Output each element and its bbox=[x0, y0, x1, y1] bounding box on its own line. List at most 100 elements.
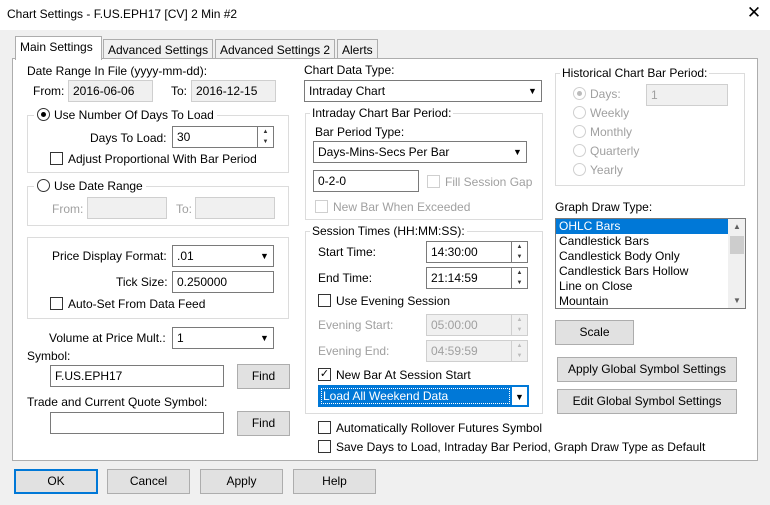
save-default-checkbox[interactable] bbox=[318, 440, 331, 453]
help-button[interactable]: Help bbox=[293, 469, 376, 494]
fill-session-gap-label: Fill Session Gap bbox=[445, 175, 533, 189]
start-time-spinner[interactable]: ▲ ▼ bbox=[512, 241, 528, 263]
from-label: From: bbox=[33, 84, 65, 98]
list-item[interactable]: Candlestick Bars bbox=[556, 234, 745, 249]
chevron-down-icon: ▼ bbox=[528, 86, 537, 96]
evening-start-label: Evening Start: bbox=[318, 318, 394, 332]
days-to-load-input[interactable]: 30 bbox=[172, 126, 258, 148]
fill-session-gap-checkbox bbox=[427, 175, 440, 188]
days-to-load-spinner[interactable]: ▲ ▼ bbox=[258, 126, 274, 148]
bar-period-input[interactable]: 0-2-0 bbox=[313, 170, 419, 192]
evening-end-label: Evening End: bbox=[318, 344, 390, 358]
yearly-radio bbox=[573, 163, 586, 176]
scale-button[interactable]: Scale bbox=[555, 320, 634, 345]
session-group-title: Session Times (HH:MM:SS): bbox=[310, 224, 467, 238]
edit-global-symbol-settings-button[interactable]: Edit Global Symbol Settings bbox=[557, 389, 737, 414]
historical-days-label: Days: bbox=[590, 87, 621, 101]
volume-mult-dropdown[interactable]: 1 ▼ bbox=[172, 327, 274, 349]
chevron-down-icon: ▼ bbox=[260, 333, 269, 343]
list-item[interactable]: Candlestick Body Only bbox=[556, 249, 745, 264]
apply-global-symbol-settings-button[interactable]: Apply Global Symbol Settings bbox=[557, 357, 737, 382]
autoset-label: Auto-Set From Data Feed bbox=[68, 297, 206, 311]
to-label: To: bbox=[171, 84, 188, 98]
evening-start-input: 05:00:00 bbox=[426, 314, 512, 336]
evening-end-input: 04:59:59 bbox=[426, 340, 512, 362]
evening-session-label: Use Evening Session bbox=[336, 294, 451, 308]
apply-button[interactable]: Apply bbox=[200, 469, 283, 494]
days-group-header: Use Number Of Days To Load bbox=[34, 108, 217, 122]
graph-draw-type-list[interactable]: OHLC Bars Candlestick Bars Candlestick B… bbox=[555, 218, 746, 309]
range-from-field bbox=[87, 197, 167, 219]
find-symbol-button[interactable]: Find bbox=[237, 364, 290, 389]
evening-session-checkbox[interactable] bbox=[318, 294, 331, 307]
find-trade-symbol-button[interactable]: Find bbox=[237, 411, 290, 436]
range-from-label: From: bbox=[52, 202, 84, 216]
date-range-label: Date Range In File (yyyy-mm-dd): bbox=[27, 64, 208, 78]
price-format-label: Price Display Format: bbox=[52, 249, 167, 263]
auto-rollover-checkbox[interactable] bbox=[318, 421, 331, 434]
new-bar-exceeded-label: New Bar When Exceeded bbox=[333, 200, 471, 214]
chart-data-type-dropdown[interactable]: Intraday Chart ▼ bbox=[304, 80, 542, 102]
chevron-down-icon: ▼ bbox=[260, 251, 269, 261]
date-range-group-header: Use Date Range bbox=[34, 179, 146, 193]
chevron-down-icon: ▼ bbox=[511, 386, 528, 406]
symbol-input[interactable]: F.US.EPH17 bbox=[50, 365, 224, 387]
list-item[interactable]: OHLC Bars bbox=[556, 219, 745, 234]
adjust-proportional-checkbox[interactable] bbox=[50, 152, 63, 165]
historical-group-title: Historical Chart Bar Period: bbox=[560, 66, 710, 80]
save-default-label: Save Days to Load, Intraday Bar Period, … bbox=[336, 440, 706, 454]
tick-size-input[interactable]: 0.250000 bbox=[172, 271, 274, 293]
file-from-date-field: 2016-06-06 bbox=[68, 80, 153, 102]
bar-period-type-label: Bar Period Type: bbox=[315, 125, 405, 139]
range-to-label: To: bbox=[176, 202, 193, 216]
historical-days-radio bbox=[573, 87, 586, 100]
ok-button[interactable]: OK bbox=[14, 469, 98, 494]
autoset-checkbox[interactable] bbox=[50, 297, 63, 310]
bar-period-type-dropdown[interactable]: Days-Mins-Secs Per Bar ▼ bbox=[313, 141, 527, 163]
symbol-label: Symbol: bbox=[27, 349, 71, 363]
quarterly-radio bbox=[573, 144, 586, 157]
days-to-load-label: Days To Load: bbox=[90, 131, 167, 145]
chevron-down-icon: ▼ bbox=[513, 147, 522, 157]
quarterly-label: Quarterly bbox=[590, 144, 640, 158]
scroll-down-icon[interactable]: ▼ bbox=[729, 293, 745, 308]
use-days-radio[interactable] bbox=[37, 108, 50, 121]
start-time-label: Start Time: bbox=[318, 245, 377, 259]
list-item[interactable]: Candlestick Bars Hollow bbox=[556, 264, 745, 279]
scroll-up-icon[interactable]: ▲ bbox=[729, 219, 745, 234]
list-item[interactable]: Line on Close bbox=[556, 279, 745, 294]
scroll-thumb[interactable] bbox=[730, 236, 744, 254]
chart-data-type-label: Chart Data Type: bbox=[304, 63, 395, 77]
list-item[interactable]: Mountain bbox=[556, 294, 745, 308]
new-bar-session-start-checkbox[interactable]: ✓ bbox=[318, 368, 331, 381]
monthly-radio bbox=[573, 125, 586, 138]
file-to-date-field: 2016-12-15 bbox=[191, 80, 276, 102]
trade-symbol-input[interactable] bbox=[50, 412, 224, 434]
yearly-label: Yearly bbox=[590, 163, 623, 177]
new-bar-session-start-label: New Bar At Session Start bbox=[336, 368, 471, 382]
evening-start-spinner: ▲ ▼ bbox=[512, 314, 528, 336]
check-icon: ✓ bbox=[319, 368, 330, 380]
start-time-input[interactable]: 14:30:00 bbox=[426, 241, 512, 263]
cancel-button[interactable]: Cancel bbox=[107, 469, 190, 494]
weekly-radio bbox=[573, 106, 586, 119]
end-time-label: End Time: bbox=[318, 271, 373, 285]
historical-days-input: 1 bbox=[646, 84, 728, 106]
end-time-input[interactable]: 21:14:59 bbox=[426, 267, 512, 289]
price-format-dropdown[interactable]: .01 ▼ bbox=[172, 245, 274, 267]
end-time-spinner[interactable]: ▲ ▼ bbox=[512, 267, 528, 289]
range-to-field bbox=[195, 197, 275, 219]
monthly-label: Monthly bbox=[590, 125, 633, 139]
trade-symbol-label: Trade and Current Quote Symbol: bbox=[27, 395, 208, 409]
new-bar-exceeded-checkbox bbox=[315, 200, 328, 213]
weekend-data-dropdown[interactable]: Load All Weekend Data ▼ bbox=[318, 385, 529, 407]
graph-draw-type-label: Graph Draw Type: bbox=[555, 200, 653, 214]
use-date-range-radio[interactable] bbox=[37, 179, 50, 192]
volume-mult-label: Volume at Price Mult.: bbox=[49, 331, 166, 345]
evening-end-spinner: ▲ ▼ bbox=[512, 340, 528, 362]
tick-size-label: Tick Size: bbox=[116, 275, 168, 289]
auto-rollover-label: Automatically Rollover Futures Symbol bbox=[336, 421, 543, 435]
weekly-label: Weekly bbox=[590, 106, 630, 120]
list-scrollbar[interactable]: ▲ ▼ bbox=[728, 219, 745, 308]
intraday-group-title: Intraday Chart Bar Period: bbox=[310, 106, 454, 120]
